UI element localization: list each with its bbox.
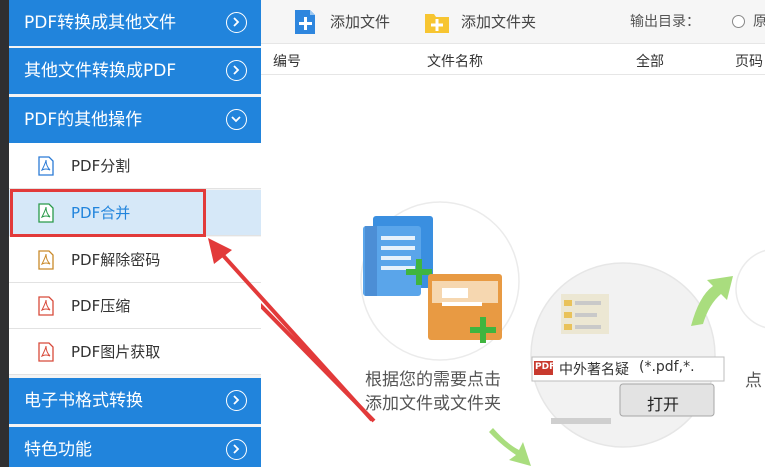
add-folder-label: 添加文件夹 xyxy=(461,13,537,31)
sidebar-item-label: PDF图片获取 xyxy=(71,343,161,361)
pdf-file-icon xyxy=(38,342,54,362)
column-header-pages[interactable]: 页码 xyxy=(735,51,763,71)
chevron-right-icon xyxy=(226,390,247,411)
category-ebook-convert[interactable]: 电子书格式转换 xyxy=(9,378,261,424)
dialog-open-button: 打开 xyxy=(647,395,680,414)
category-label: PDF的其他操作 xyxy=(24,110,143,130)
sidebar-item-pdf-merge[interactable]: PDF合并 xyxy=(9,190,261,236)
dialog-filter: (*.pdf,*. xyxy=(639,359,695,375)
hint-line-1: 根据您的需要点击 xyxy=(365,370,501,390)
category-label: 特色功能 xyxy=(24,440,92,460)
sidebar: PDF转换成其他文件 其他文件转换成PDF PDF的其他操作 PDF分割 PDF… xyxy=(0,0,261,467)
dialog-filename: 中外著名疑 xyxy=(559,362,629,378)
empty-state-illustration: 根据您的需要点击 添加文件或文件夹 点 PDF 中外著名疑 (*.pdf,*. … xyxy=(261,76,765,467)
category-label: PDF转换成其他文件 xyxy=(24,13,177,33)
sidebar-item-label: PDF解除密码 xyxy=(71,251,161,269)
chevron-down-icon xyxy=(226,109,247,130)
file-table-header: 编号 文件名称 全部 页码 xyxy=(261,45,765,75)
pdf-badge: PDF xyxy=(535,362,556,372)
app-window: PDF转换成其他文件 其他文件转换成PDF PDF的其他操作 PDF分割 PDF… xyxy=(0,0,765,467)
output-dir-label: 输出目录： xyxy=(630,14,700,30)
category-label: 电子书格式转换 xyxy=(24,391,143,411)
category-pdf-to-other[interactable]: PDF转换成其他文件 xyxy=(9,0,261,46)
add-file-label: 添加文件 xyxy=(330,13,391,31)
category-special-features[interactable]: 特色功能 xyxy=(9,427,261,467)
category-pdf-other-ops[interactable]: PDF的其他操作 xyxy=(9,97,261,143)
sidebar-item-pdf-unlock[interactable]: PDF解除密码 xyxy=(9,237,261,283)
add-folder-button[interactable]: 添加文件夹 xyxy=(424,8,564,36)
empty-state-hint-right: 点 xyxy=(745,371,762,391)
sidebar-item-label: PDF分割 xyxy=(71,157,131,175)
output-option-radio[interactable] xyxy=(732,15,745,28)
output-option-label: 原 xyxy=(753,14,765,30)
pdf-file-icon xyxy=(38,203,54,223)
pdf-file-icon xyxy=(38,250,54,270)
empty-state-hint: 根据您的需要点击 添加文件或文件夹 xyxy=(343,368,523,416)
sidebar-item-label: PDF压缩 xyxy=(71,297,131,315)
column-header-number[interactable]: 编号 xyxy=(273,51,301,71)
sidebar-item-pdf-compress[interactable]: PDF压缩 xyxy=(9,283,261,329)
sidebar-item-pdf-image-extract[interactable]: PDF图片获取 xyxy=(9,329,261,375)
toolbar: 添加文件 添加文件夹 输出目录： 原 xyxy=(261,0,765,44)
sidebar-item-pdf-split[interactable]: PDF分割 xyxy=(9,143,261,189)
category-label: 其他文件转换成PDF xyxy=(24,61,177,81)
add-file-icon xyxy=(295,10,315,34)
hint-line-2: 添加文件或文件夹 xyxy=(365,394,501,414)
add-folder-icon xyxy=(425,14,449,33)
category-other-to-pdf[interactable]: 其他文件转换成PDF xyxy=(9,48,261,94)
column-header-filename[interactable]: 文件名称 xyxy=(427,51,483,71)
sidebar-item-label: PDF合并 xyxy=(71,204,131,222)
pdf-file-icon xyxy=(38,296,54,316)
add-file-button[interactable]: 添加文件 xyxy=(293,8,403,36)
column-header-all[interactable]: 全部 xyxy=(636,51,664,71)
chevron-right-icon xyxy=(226,60,247,81)
chevron-right-icon xyxy=(226,12,247,33)
chevron-right-icon xyxy=(226,439,247,460)
pdf-file-icon xyxy=(38,156,54,176)
main-panel: 添加文件 添加文件夹 输出目录： 原 编号 文件名称 全部 页码 根据您的需要点… xyxy=(261,0,765,467)
